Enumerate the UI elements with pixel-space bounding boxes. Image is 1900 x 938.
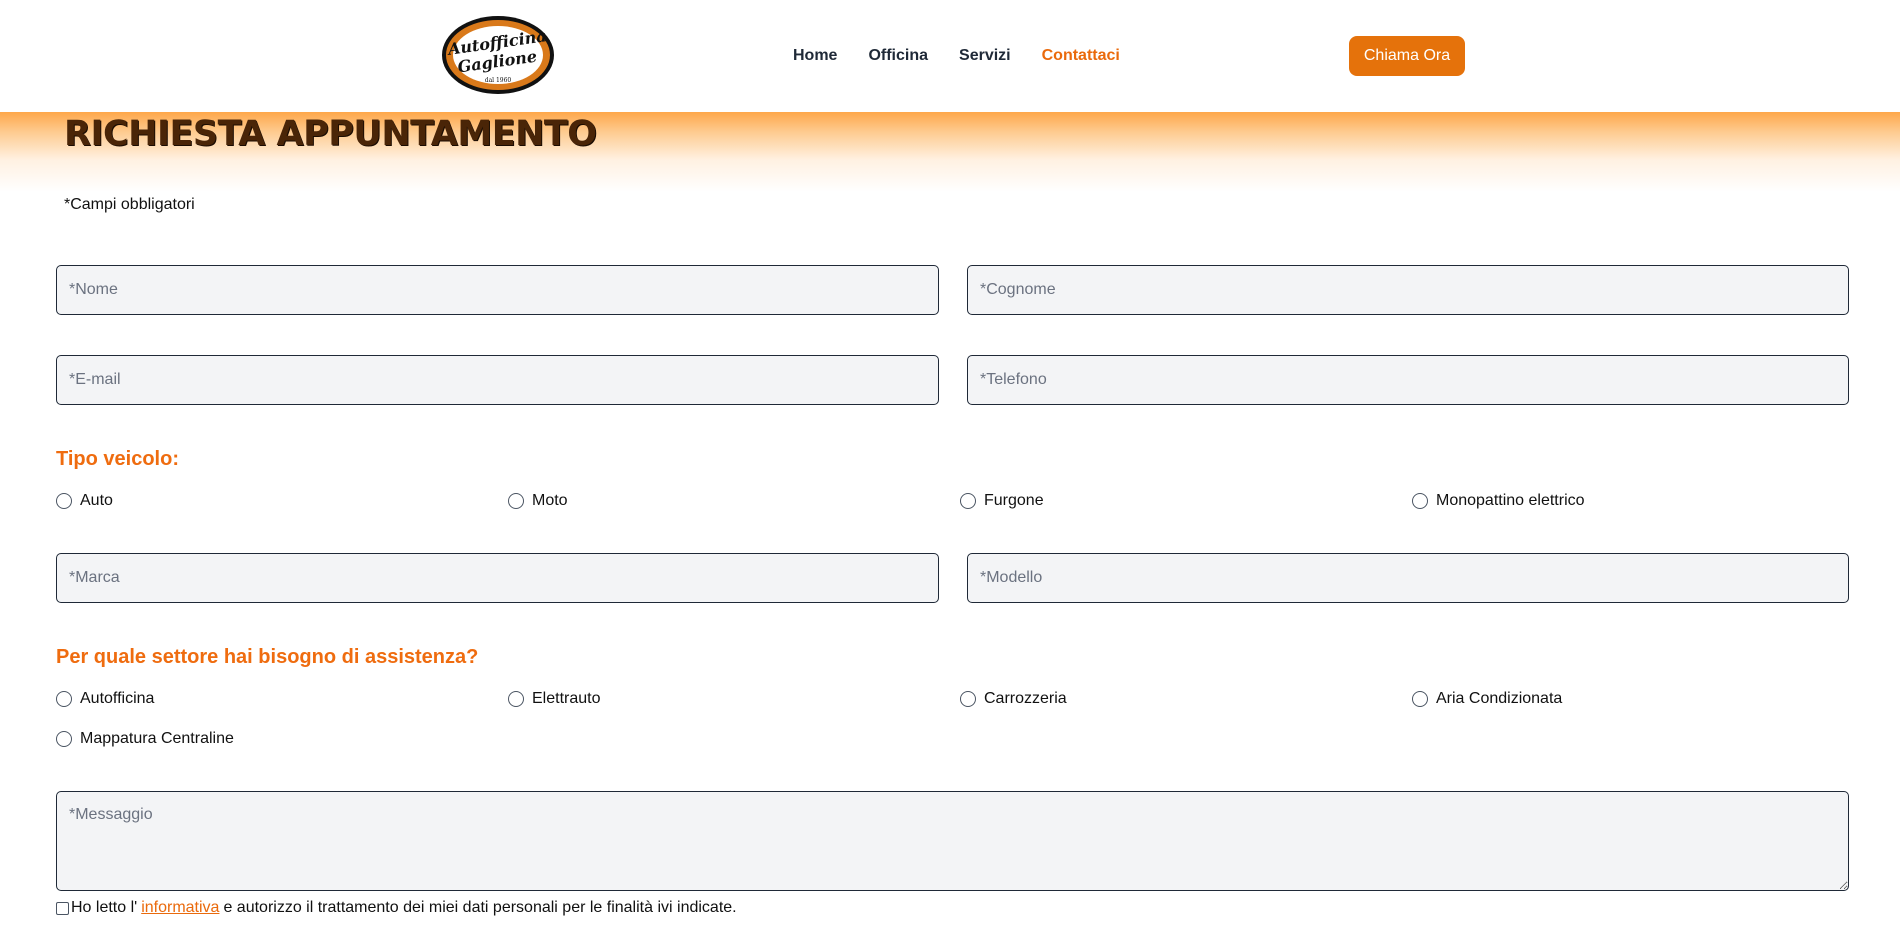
sector-label: Per quale settore hai bisogno di assiste… [56, 646, 479, 668]
sector-option-label: Carrozzeria [984, 690, 1067, 707]
logo-emblem: Autofficina Gaglione dal 1960 [442, 16, 554, 94]
main-nav: Home Officina Servizi Contattaci [793, 44, 1120, 68]
nav-contattaci[interactable]: Contattaci [1042, 47, 1120, 65]
sector-option-elettrauto[interactable]: Elettrauto [508, 690, 600, 708]
vehicle-option-monopattino[interactable]: Monopattino elettrico [1412, 492, 1585, 510]
sector-option-label: Autofficina [80, 690, 155, 707]
sector-option-carrozzeria[interactable]: Carrozzeria [960, 690, 1067, 708]
logo-subtext: dal 1960 [485, 77, 512, 84]
sector-option-aria-condizionata[interactable]: Aria Condizionata [1412, 690, 1562, 708]
radio-icon [1412, 493, 1428, 509]
email-input[interactable] [56, 355, 939, 405]
telefono-input[interactable] [967, 355, 1849, 405]
call-now-button[interactable]: Chiama Ora [1349, 36, 1465, 76]
logo[interactable]: Autofficina Gaglione dal 1960 [440, 14, 556, 96]
vehicle-type-label: Tipo veicolo: [56, 448, 179, 470]
sector-option-label: Aria Condizionata [1436, 690, 1563, 707]
consent-suffix: e autorizzo il trattamento dei miei dati… [223, 899, 737, 916]
radio-icon [1412, 691, 1428, 707]
sector-option-label: Elettrauto [532, 690, 601, 707]
radio-icon [56, 691, 72, 707]
privacy-consent: Ho letto l' informativa e autorizzo il t… [56, 899, 737, 917]
vehicle-option-furgone[interactable]: Furgone [960, 492, 1044, 510]
informativa-link[interactable]: informativa [141, 899, 219, 917]
consent-prefix: Ho letto l' [71, 899, 138, 916]
sector-option-label: Mappatura Centraline [80, 730, 234, 747]
messaggio-textarea[interactable] [56, 791, 1849, 891]
nav-servizi[interactable]: Servizi [959, 47, 1011, 65]
privacy-checkbox[interactable] [56, 901, 69, 915]
modello-input[interactable] [967, 553, 1849, 603]
vehicle-option-label: Furgone [984, 492, 1044, 509]
sector-option-autofficina[interactable]: Autofficina [56, 690, 154, 708]
required-fields-note: *Campi obbligatori [64, 196, 195, 213]
marca-input[interactable] [56, 553, 939, 603]
nav-officina[interactable]: Officina [868, 47, 928, 65]
nav-home[interactable]: Home [793, 47, 837, 65]
radio-icon [508, 493, 524, 509]
radio-icon [56, 493, 72, 509]
sector-option-mappatura[interactable]: Mappatura Centraline [56, 730, 234, 748]
vehicle-option-label: Auto [80, 492, 113, 509]
radio-icon [508, 691, 524, 707]
page-title: RICHIESTA APPUNTAMENTO [64, 114, 597, 154]
radio-icon [960, 493, 976, 509]
vehicle-option-label: Moto [532, 492, 568, 509]
cognome-input[interactable] [967, 265, 1849, 315]
radio-icon [960, 691, 976, 707]
vehicle-option-auto[interactable]: Auto [56, 492, 113, 510]
vehicle-option-label: Monopattino elettrico [1436, 492, 1585, 509]
vehicle-option-moto[interactable]: Moto [508, 492, 568, 510]
radio-icon [56, 731, 72, 747]
nome-input[interactable] [56, 265, 939, 315]
site-header: Autofficina Gaglione dal 1960 Home Offic… [0, 0, 1900, 112]
